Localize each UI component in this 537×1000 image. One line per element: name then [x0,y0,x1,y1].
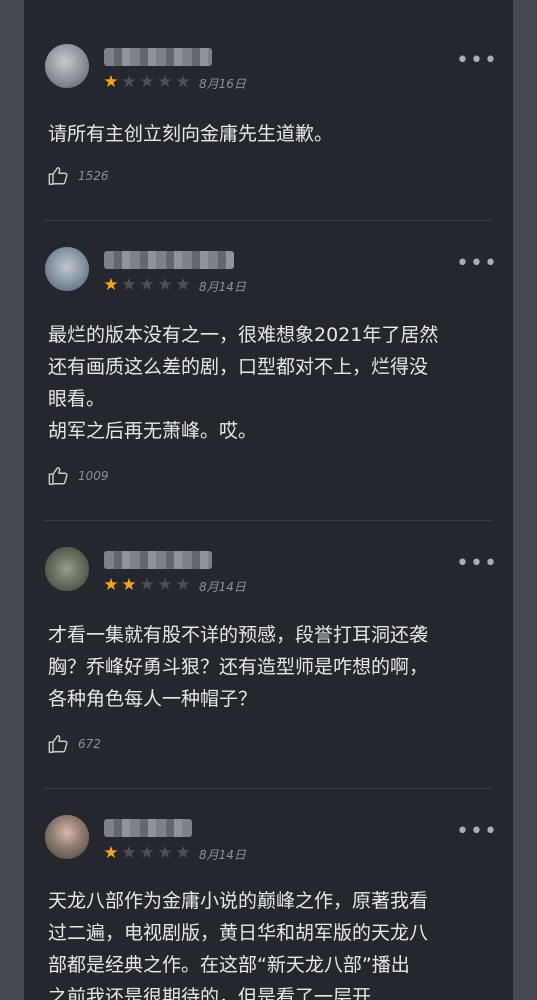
star-icon: ★ [139,275,155,295]
like-button[interactable]: 1526 [47,164,109,188]
avatar[interactable] [45,547,89,591]
review-date: 8月14日 [199,280,246,294]
star-icon: ★ [103,843,119,863]
username-blurred[interactable] [104,819,192,837]
star-icon: ★ [103,72,119,92]
left-gutter [0,0,24,1000]
star-icon: ★ [157,575,173,595]
star-icon: ★ [175,575,191,595]
star-rating: ★ ★ ★ ★ ★ [102,276,192,294]
thumbs-up-icon [48,735,68,753]
star-icon: ★ [103,275,119,295]
star-icon: ★ [139,843,155,863]
review-date: 8月14日 [199,580,246,594]
divider [44,220,493,221]
review-text: 请所有主创立刻向金庸先生道歉。 [48,123,334,145]
star-rating: ★ ★ ★ ★ ★ [102,576,192,594]
star-icon: ★ [103,575,119,595]
review-text: 天龙八部作为金庸小说的巅峰之作，原著我看 过二遍，电视剧版，黄日华和胡军版的天龙… [48,890,429,1000]
thumbs-up-icon [48,467,68,485]
review-date: 8月14日 [199,848,246,862]
more-dots-icon[interactable]: ••• [456,50,497,74]
review-text: 才看一集就有股不详的预感，段誉打耳洞还袭 胸？乔峰好勇斗狠？还有造型师是咋想的啊… [48,624,429,710]
star-rating: ★ ★ ★ ★ ★ [102,844,192,862]
like-count: 1526 [78,169,109,183]
like-button[interactable]: 672 [47,732,101,756]
review-card: ★ ★ ★ ★ ★ 8月14日 ••• 天龙八部作为金庸小说的巅峰之作，原著我看 过二遍… [24,815,513,1000]
star-icon: ★ [175,275,191,295]
divider [44,520,493,521]
star-rating: ★ ★ ★ ★ ★ [102,73,192,91]
star-icon: ★ [121,72,137,92]
star-icon: ★ [157,275,173,295]
like-button[interactable]: 1009 [47,464,109,488]
username-blurred[interactable] [104,251,234,269]
more-dots-icon[interactable]: ••• [456,553,497,577]
review-card: ★ ★ ★ ★ ★ 8月14日 ••• 最烂的版本没有之一，很难想象2021年了居然 还… [24,247,513,520]
star-icon: ★ [121,575,137,595]
star-icon: ★ [121,843,137,863]
thumbs-up-icon [48,167,68,185]
avatar[interactable] [45,44,89,88]
star-icon: ★ [157,72,173,92]
avatar[interactable] [45,247,89,291]
review-text: 最烂的版本没有之一，很难想象2021年了居然 还有画质这么差的剧，口型都对不上，… [48,324,439,442]
username-blurred[interactable] [104,48,212,66]
right-gutter [513,0,537,1000]
star-icon: ★ [139,72,155,92]
star-icon: ★ [139,575,155,595]
review-card: ★ ★ ★ ★ ★ 8月16日 ••• 请所有主创立刻向金庸先生道歉。 1526 [24,44,513,220]
like-count: 1009 [78,469,109,483]
review-card: ★ ★ ★ ★ ★ 8月14日 ••• 才看一集就有股不详的预感，段誉打耳洞还袭 胸？乔… [24,547,513,788]
more-dots-icon[interactable]: ••• [456,253,497,277]
star-icon: ★ [121,275,137,295]
divider [44,788,493,789]
star-icon: ★ [157,843,173,863]
more-dots-icon[interactable]: ••• [456,821,497,845]
review-list[interactable]: ★ ★ ★ ★ ★ 8月16日 ••• 请所有主创立刻向金庸先生道歉。 1526 ★ ★ ★… [24,0,513,1000]
star-icon: ★ [175,72,191,92]
review-date: 8月16日 [199,77,246,91]
avatar[interactable] [45,815,89,859]
username-blurred[interactable] [104,551,212,569]
star-icon: ★ [175,843,191,863]
like-count: 672 [78,737,101,751]
